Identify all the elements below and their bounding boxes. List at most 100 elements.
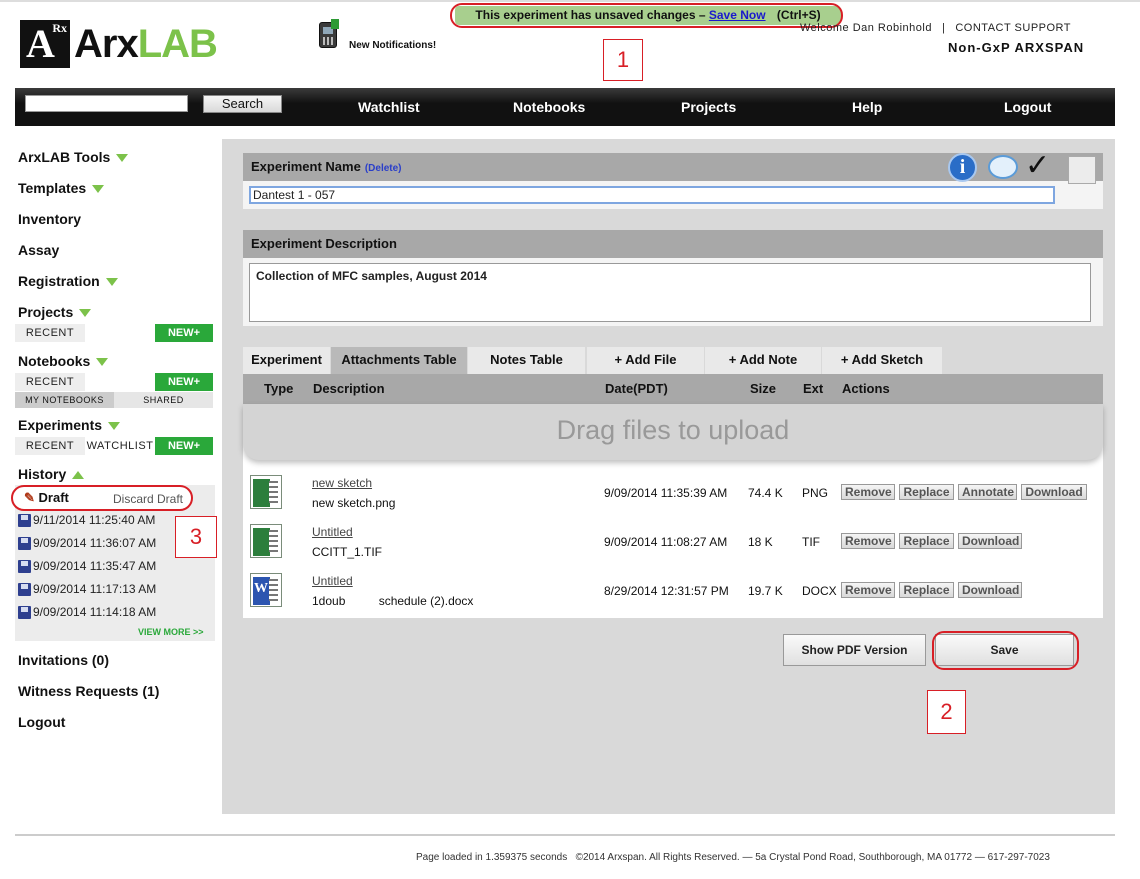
draft-item[interactable]: ✎ Draft: [24, 490, 69, 506]
history-item[interactable]: 9/09/2014 11:14:18 AM: [18, 605, 156, 619]
sidebar-experiments[interactable]: Experiments: [18, 417, 121, 433]
history-item[interactable]: 9/11/2014 11:25:40 AM: [18, 513, 155, 527]
tab-notes-table[interactable]: Notes Table: [468, 347, 585, 374]
floppy-disk-icon: [18, 513, 31, 527]
experiments-recent[interactable]: RECENT: [15, 437, 85, 455]
callout-1: 1: [603, 39, 643, 81]
nav-help[interactable]: Help: [852, 99, 882, 115]
experiments-watchlist[interactable]: WATCHLIST: [85, 437, 155, 455]
attachment-date: 9/09/2014 11:35:39 AM: [604, 486, 728, 500]
projects-actions: RECENT NEW+: [15, 324, 213, 342]
attachment-filename: 1doub schedule (2).docx: [312, 594, 474, 608]
callout-2: 2: [927, 690, 966, 734]
sidebar-witness-requests[interactable]: Witness Requests (1): [18, 683, 159, 699]
nav-watchlist[interactable]: Watchlist: [358, 99, 420, 115]
logo-lab-text: LAB: [137, 21, 218, 66]
experiments-new-button[interactable]: NEW+: [155, 437, 213, 455]
sidebar-notebooks[interactable]: Notebooks: [18, 353, 109, 369]
sidebar-projects[interactable]: Projects: [18, 304, 92, 320]
history-item[interactable]: 9/09/2014 11:35:47 AM: [18, 559, 156, 573]
attachment-title-link[interactable]: Untitled: [312, 525, 353, 539]
sidebar-registration[interactable]: Registration: [18, 273, 118, 289]
experiment-description-input[interactable]: Collection of MFC samples, August 2014: [249, 263, 1091, 322]
tab-attachments-table[interactable]: Attachments Table: [331, 347, 467, 374]
comment-icon[interactable]: [988, 155, 1018, 179]
attachment-size: 18 K: [748, 535, 773, 549]
attachment-ext: TIF: [802, 535, 820, 549]
copy-document-icon[interactable]: [1068, 156, 1096, 184]
sidebar-templates[interactable]: Templates: [18, 180, 105, 196]
column-ext: Ext: [803, 381, 824, 396]
contact-support-link[interactable]: CONTACT SUPPORT: [955, 22, 1071, 34]
projects-recent[interactable]: RECENT: [15, 324, 85, 342]
projects-new-button[interactable]: NEW+: [155, 324, 213, 342]
column-size: Size: [750, 381, 777, 396]
callout-oval-unsaved: [450, 3, 843, 28]
discard-draft-link[interactable]: Discard Draft: [113, 492, 183, 506]
replace-button[interactable]: Replace: [899, 533, 954, 549]
nav-notebooks[interactable]: Notebooks: [513, 99, 585, 115]
attachment-ext: DOCX: [802, 584, 837, 598]
history-item[interactable]: 9/09/2014 11:17:13 AM: [18, 582, 156, 596]
notifications-label[interactable]: New Notifications!: [349, 40, 436, 51]
arxlab-logo[interactable]: A Rx Arx LAB: [20, 20, 218, 68]
sign-check-icon[interactable]: ✓: [1025, 151, 1050, 181]
replace-button[interactable]: Replace: [899, 484, 954, 500]
sidebar-invitations[interactable]: Invitations (0): [18, 652, 109, 668]
notebooks-recent[interactable]: RECENT: [15, 373, 85, 391]
collapse-arrow-icon: [72, 471, 85, 480]
sidebar-arxlab-tools[interactable]: ArxLAB Tools: [18, 149, 129, 165]
logo-arx-text: Arx: [74, 21, 139, 66]
header-separator: |: [941, 22, 946, 34]
tab-add-note[interactable]: + Add Note: [705, 347, 821, 374]
file-drop-zone[interactable]: Drag files to upload: [243, 404, 1103, 460]
my-notebooks-tab[interactable]: MY NOTEBOOKS: [15, 392, 114, 408]
file-type-icon[interactable]: [250, 475, 282, 509]
shared-notebooks-tab[interactable]: SHARED: [114, 392, 213, 408]
column-date: Date(PDT): [605, 381, 668, 396]
org-name: Non-GxP ARXSPAN: [948, 40, 1085, 55]
download-button[interactable]: Download: [958, 533, 1022, 549]
search-button[interactable]: Search: [203, 95, 282, 113]
expand-arrow-icon: [96, 358, 109, 367]
pencil-icon: ✎: [24, 490, 35, 505]
footer-rule: [15, 834, 1115, 836]
expand-arrow-icon: [116, 154, 129, 163]
column-type: Type: [264, 381, 294, 396]
file-type-icon[interactable]: [250, 524, 282, 558]
notebooks-new-button[interactable]: NEW+: [155, 373, 213, 391]
download-button[interactable]: Download: [958, 582, 1022, 598]
attachment-title-link[interactable]: Untitled: [312, 574, 353, 588]
history-item[interactable]: 9/09/2014 11:36:07 AM: [18, 536, 156, 550]
remove-button[interactable]: Remove: [841, 533, 895, 549]
callout-oval-save: [932, 631, 1079, 670]
attachment-title-link[interactable]: new sketch: [312, 476, 372, 490]
sidebar-inventory[interactable]: Inventory: [18, 211, 81, 227]
experiment-name-input[interactable]: Dantest 1 - 057: [249, 186, 1055, 204]
view-more-link[interactable]: VIEW MORE >>: [138, 627, 204, 637]
nav-logout[interactable]: Logout: [1004, 99, 1051, 115]
tab-add-sketch[interactable]: + Add Sketch: [822, 347, 942, 374]
delete-link[interactable]: (Delete): [365, 163, 402, 174]
search-input[interactable]: [25, 95, 188, 112]
replace-button[interactable]: Replace: [899, 582, 954, 598]
sidebar-logout[interactable]: Logout: [18, 714, 65, 730]
floppy-disk-icon: [18, 605, 31, 619]
download-button[interactable]: Download: [1021, 484, 1087, 500]
remove-button[interactable]: Remove: [841, 582, 895, 598]
floppy-disk-icon: [18, 536, 31, 550]
remove-button[interactable]: Remove: [841, 484, 895, 500]
tab-experiment[interactable]: Experiment: [243, 347, 330, 374]
floppy-disk-icon: [18, 582, 31, 596]
tab-add-file[interactable]: + Add File: [587, 347, 704, 374]
info-icon[interactable]: i: [948, 153, 977, 182]
nav-projects[interactable]: Projects: [681, 99, 736, 115]
floppy-disk-icon: [18, 559, 31, 573]
sidebar-assay[interactable]: Assay: [18, 242, 59, 258]
word-document-icon[interactable]: W: [250, 573, 282, 607]
expand-arrow-icon: [79, 309, 92, 318]
attachment-date: 9/09/2014 11:08:27 AM: [604, 535, 728, 549]
sidebar-history[interactable]: History: [18, 466, 85, 482]
annotate-button[interactable]: Annotate: [958, 484, 1017, 500]
show-pdf-button[interactable]: Show PDF Version: [783, 634, 926, 666]
